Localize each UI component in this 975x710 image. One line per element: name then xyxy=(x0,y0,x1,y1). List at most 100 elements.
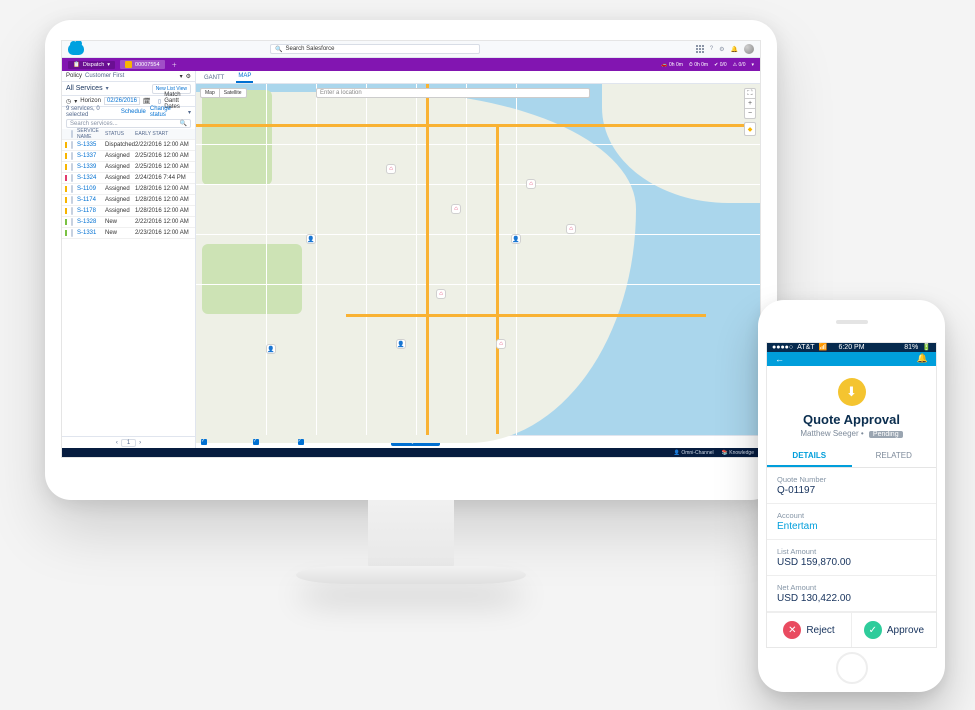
table-row[interactable]: S-1109Assigned1/28/2016 12:00 AM xyxy=(62,184,195,195)
field-value-link[interactable]: Entertam xyxy=(777,521,926,532)
service-name-link[interactable]: S-1331 xyxy=(77,230,105,236)
salesforce-logo-icon[interactable] xyxy=(68,44,84,55)
tab-related[interactable]: RELATED xyxy=(852,446,937,467)
map-zoom-in-icon[interactable]: + xyxy=(745,99,755,109)
clock-icon[interactable]: ◷ xyxy=(66,98,71,105)
service-name-link[interactable]: S-1178 xyxy=(77,208,105,214)
approve-button[interactable]: ✓ Approve xyxy=(851,613,936,647)
table-row[interactable]: S-1174Assigned1/28/2016 12:00 AM xyxy=(62,195,195,206)
pager-next-icon[interactable]: › xyxy=(139,440,141,446)
map-pegman-icon[interactable]: ◆ xyxy=(744,122,756,136)
map-zoom-out-icon[interactable]: − xyxy=(745,109,755,118)
nav-bell-icon[interactable]: 🔔 xyxy=(917,353,928,364)
policy-row[interactable]: Policy Customer First ▾ ⚙ xyxy=(62,71,195,82)
quote-icon: ⬇ xyxy=(838,378,866,406)
calendar-icon[interactable]: 🗓 xyxy=(143,98,151,105)
add-tab-icon[interactable]: ＋ xyxy=(172,61,178,69)
chevron-down-icon[interactable]: ▾ xyxy=(188,109,191,116)
table-row[interactable]: S-1331New2/23/2016 12:00 AM xyxy=(62,228,195,239)
phone-nav-bar: ← 🔔 xyxy=(767,352,936,366)
col-early-start[interactable]: EARLY START xyxy=(135,131,192,137)
list-view-title[interactable]: All Services xyxy=(66,85,103,92)
pager: ‹ 1 › xyxy=(62,436,195,448)
policy-settings-gear-icon[interactable]: ⚙ xyxy=(186,73,191,80)
match-gantt-checkbox[interactable] xyxy=(158,99,162,104)
map-pin-person-icon[interactable]: 👤 xyxy=(511,234,521,244)
service-status: Assigned xyxy=(105,208,135,214)
service-early-start: 2/22/2016 12:00 AM xyxy=(135,219,192,225)
chevron-down-icon[interactable]: ▾ xyxy=(74,98,77,105)
status-badge: Pending xyxy=(869,431,903,438)
user-avatar[interactable] xyxy=(744,44,754,54)
global-search-placeholder: Search Salesforce xyxy=(285,46,334,52)
service-name-link[interactable]: S-1337 xyxy=(77,153,105,159)
table-row[interactable]: S-1337Assigned2/25/2016 12:00 AM xyxy=(62,151,195,162)
col-service-name[interactable]: SERVICE NAME xyxy=(77,128,105,140)
service-name-link[interactable]: S-1109 xyxy=(77,186,105,192)
map-fullscreen-icon[interactable]: ⛶ xyxy=(745,89,755,99)
service-name-link[interactable]: S-1324 xyxy=(77,175,105,181)
schedule-link[interactable]: Schedule xyxy=(121,109,146,115)
service-name-link[interactable]: S-1328 xyxy=(77,219,105,225)
map-type-satellite[interactable]: Satellite xyxy=(220,89,246,97)
desktop-monitor: 🔍 Search Salesforce ? ⚙ 🔔 📋 Dispatch ▾ xyxy=(45,20,777,584)
map-pin-home-icon[interactable]: ⌂ xyxy=(496,339,506,349)
knowledge-button[interactable]: 📚 Knowledge xyxy=(722,450,754,456)
record-header: ⬇ Quote Approval Matthew Seeger • Pendin… xyxy=(767,366,936,446)
service-early-start: 2/25/2016 12:00 AM xyxy=(135,153,192,159)
app-launcher-icon[interactable] xyxy=(696,45,704,53)
map-pin-person-icon[interactable]: 👤 xyxy=(306,234,316,244)
settings-gear-icon[interactable]: ⚙ xyxy=(719,46,724,53)
signal-icon: ●●●●○ xyxy=(772,344,793,351)
col-status[interactable]: STATUS xyxy=(105,131,135,137)
map-type-map[interactable]: Map xyxy=(201,89,220,97)
context-tab-dispatch[interactable]: 📋 Dispatch ▾ xyxy=(68,61,115,69)
record-subtitle: Matthew Seeger • Pending xyxy=(767,429,936,438)
service-status: Assigned xyxy=(105,186,135,192)
map-pin-home-icon[interactable]: ⌂ xyxy=(386,164,396,174)
service-name-link[interactable]: S-1339 xyxy=(77,164,105,170)
map-pin-home-icon[interactable]: ⌂ xyxy=(451,204,461,214)
context-tab-record[interactable]: 00007554 xyxy=(120,60,164,69)
tab-map[interactable]: MAP xyxy=(236,71,253,83)
table-row[interactable]: S-1335Dispatched2/22/2016 12:00 AM xyxy=(62,140,195,151)
service-name-link[interactable]: S-1174 xyxy=(77,197,105,203)
map-pin-person-icon[interactable]: 👤 xyxy=(266,344,276,354)
map-pin-home-icon[interactable]: ⌂ xyxy=(566,224,576,234)
help-icon[interactable]: ? xyxy=(710,46,713,52)
pager-prev-icon[interactable]: ‹ xyxy=(116,440,118,446)
reject-icon: ✕ xyxy=(783,621,801,639)
notifications-bell-icon[interactable]: 🔔 xyxy=(731,46,738,53)
service-status: New xyxy=(105,230,135,236)
table-row[interactable]: S-1339Assigned2/25/2016 12:00 AM xyxy=(62,162,195,173)
tab-gantt[interactable]: GANTT xyxy=(202,73,226,83)
back-arrow-icon[interactable]: ← xyxy=(775,354,784,364)
homebase-checkbox[interactable] xyxy=(253,439,259,445)
context-bar: 📋 Dispatch ▾ 00007554 ＋ 🚗 0h 0m ⏱ 0h 0m … xyxy=(62,58,760,71)
omni-channel-button[interactable]: 👤 Omni-Channel xyxy=(674,450,714,456)
field-account: Account Entertam xyxy=(767,504,936,540)
map-pin-home-icon[interactable]: ⌂ xyxy=(526,179,536,189)
services-search-input[interactable]: Search services... 🔍 xyxy=(66,119,191,128)
global-search-input[interactable]: 🔍 Search Salesforce xyxy=(270,44,480,54)
reject-button[interactable]: ✕ Reject xyxy=(767,613,851,647)
service-name-link[interactable]: S-1335 xyxy=(77,142,105,148)
horizon-date-input[interactable]: 02/26/2016 xyxy=(104,97,140,105)
services-checkbox[interactable] xyxy=(298,439,304,445)
map-location-input[interactable]: Enter a location xyxy=(316,88,590,98)
table-row[interactable]: S-1324Assigned2/24/2016 7:44 PM xyxy=(62,173,195,184)
map-pin-home-icon[interactable]: ⌂ xyxy=(436,289,446,299)
chevron-down-icon[interactable]: ▾ xyxy=(106,85,109,92)
live-positions-checkbox[interactable] xyxy=(201,439,207,445)
tab-details[interactable]: DETAILS xyxy=(767,446,852,467)
chevron-down-icon[interactable]: ▾ xyxy=(751,62,754,68)
phone-home-button[interactable] xyxy=(836,652,868,684)
map-pin-person-icon[interactable]: 👤 xyxy=(396,339,406,349)
table-row[interactable]: S-1328New2/22/2016 12:00 AM xyxy=(62,217,195,228)
map-canvas[interactable]: ⌂ ⌂ ⌂ ⌂ ⌂ ⌂ 👤 👤 👤 👤 Map Satellite xyxy=(196,84,760,435)
table-row[interactable]: S-1178Assigned1/28/2016 12:00 AM xyxy=(62,206,195,217)
pager-page[interactable]: 1 xyxy=(121,439,136,447)
global-header-actions: ? ⚙ 🔔 xyxy=(696,44,754,54)
service-early-start: 1/28/2016 12:00 AM xyxy=(135,186,192,192)
battery-pct: 81% xyxy=(904,344,918,351)
